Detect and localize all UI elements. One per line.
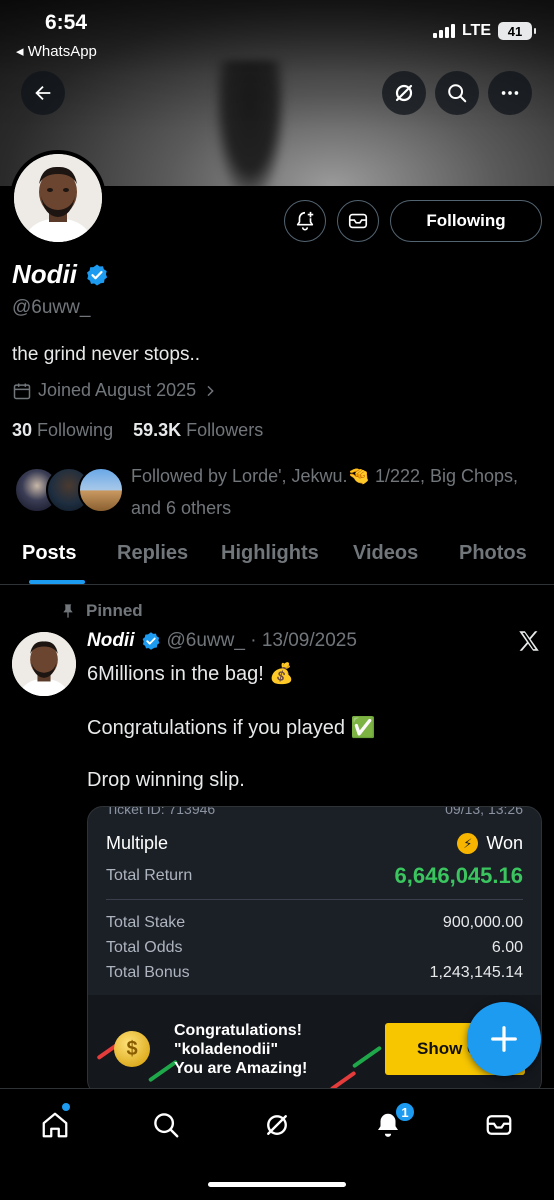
grok-icon <box>267 1115 287 1135</box>
chevron-right-icon <box>207 385 214 396</box>
congrats-message: Congratulations! "koladenodii" You are A… <box>174 1021 307 1078</box>
tab-photos[interactable]: Photos <box>459 542 527 565</box>
lightning-icon: ⚡ <box>457 833 479 854</box>
battery-level: 41 <box>507 23 523 39</box>
post-text-line: 6Millions in the bag! 💰 <box>87 663 295 685</box>
profile-bio: the grind never stops.. <box>12 344 200 365</box>
following-button[interactable]: Following <box>390 200 542 242</box>
following-count: 30 <box>12 420 33 440</box>
verified-badge-icon <box>142 632 159 650</box>
profile-name: Nodii <box>12 259 109 290</box>
follow-stats: 30 Following 59.3K Followers <box>12 420 263 441</box>
total-odds-value: 6.00 <box>491 939 523 956</box>
profile-name-text: Nodii <box>12 259 77 289</box>
back-to-app-link[interactable]: ◂ WhatsApp <box>16 42 97 60</box>
profile-tabs: Posts Replies Highlights Videos Photos <box>0 530 554 585</box>
bet-status: ⚡ Won <box>457 833 523 854</box>
followed-by-text[interactable]: Followed by Lorde', Jekwu.🤏 1/222, Big C… <box>131 460 541 524</box>
pinned-text: Pinned <box>86 601 143 620</box>
followers-label: Followers <box>186 420 264 440</box>
nav-messages[interactable] <box>481 1107 517 1143</box>
tab-replies[interactable]: Replies <box>117 542 188 565</box>
slip-divider <box>106 899 523 900</box>
home-new-indicator <box>62 1103 70 1111</box>
post-author-avatar[interactable] <box>12 632 76 696</box>
search-button[interactable] <box>435 71 479 115</box>
grok-icon <box>395 84 413 102</box>
nav-home[interactable] <box>37 1107 73 1143</box>
total-return-value: 6,646,045.16 <box>394 863 523 888</box>
following-label: Following <box>37 420 114 440</box>
nav-grok[interactable] <box>259 1107 295 1143</box>
avatar-portrait <box>14 154 102 242</box>
search-icon <box>154 1113 179 1138</box>
total-bonus-label: Total Bonus <box>106 964 190 981</box>
coin-icon: $ <box>114 1031 150 1067</box>
pin-icon <box>63 604 73 618</box>
status-time: 6:54 <box>45 11 88 34</box>
joined-text: Joined August 2025 <box>38 380 197 400</box>
grok-button[interactable] <box>382 71 426 115</box>
profile-avatar[interactable] <box>10 150 106 246</box>
x-logo-icon <box>519 631 539 651</box>
total-bonus-value: 1,243,145.14 <box>429 964 523 981</box>
envelope-icon <box>486 1115 512 1135</box>
total-stake-label: Total Stake <box>106 914 186 931</box>
home-indicator <box>208 1182 346 1187</box>
plus-icon <box>491 1026 517 1052</box>
bet-status-text: Won <box>486 833 523 853</box>
total-stake-value: 900,000.00 <box>442 914 523 931</box>
calendar-icon <box>13 383 31 399</box>
network-label: LTE <box>461 22 491 39</box>
notification-badge: 1 <box>394 1101 416 1123</box>
bet-type: Multiple <box>106 833 169 853</box>
more-options-button[interactable] <box>488 71 532 115</box>
nav-search[interactable] <box>148 1107 184 1143</box>
x-logo-button[interactable] <box>516 628 542 659</box>
follower-avatar <box>78 467 124 513</box>
notify-bell-button[interactable] <box>284 200 326 242</box>
bell-plus-icon <box>296 211 314 231</box>
post-header: Nodii @6uww_ · 13/09/2025 <box>87 630 357 652</box>
back-button[interactable] <box>21 71 65 115</box>
tab-videos[interactable]: Videos <box>353 542 418 565</box>
tab-highlights[interactable]: Highlights <box>221 542 319 565</box>
ticket-id: Ticket ID: 713946 <box>106 806 216 817</box>
followers-link[interactable]: 59.3K Followers <box>133 420 263 440</box>
home-icon <box>42 1112 68 1138</box>
followed-by-avatars[interactable] <box>14 467 124 513</box>
status-indicators: LTE 41 <box>432 22 536 40</box>
ticket-date: 09/13, 13:26 <box>445 806 523 817</box>
total-odds-label: Total Odds <box>106 939 183 956</box>
more-icon <box>501 91 519 95</box>
battery-icon: 41 <box>498 22 536 40</box>
avatar-portrait <box>12 632 76 696</box>
envelope-icon <box>348 213 368 229</box>
profile-handle: @6uww_ <box>12 297 91 318</box>
congrats-line: "koladenodii" <box>174 1041 279 1058</box>
post-handle-date: @6uww_ · 13/09/2025 <box>166 630 357 651</box>
post-text-line: Drop winning slip. <box>87 769 245 791</box>
arrow-left-icon <box>35 85 51 101</box>
message-button[interactable] <box>337 200 379 242</box>
tab-posts[interactable]: Posts <box>22 542 76 565</box>
post-text-line: Congratulations if you played ✅ <box>87 717 376 739</box>
total-return-label: Total Return <box>106 867 193 884</box>
following-link[interactable]: 30 Following <box>12 420 113 440</box>
congrats-line: You are Amazing! <box>174 1060 308 1077</box>
search-icon <box>448 84 467 103</box>
congrats-line: Congratulations! <box>174 1022 302 1039</box>
signal-icon <box>432 24 455 38</box>
active-tab-indicator <box>29 580 85 584</box>
followers-count: 59.3K <box>133 420 182 440</box>
compose-post-button[interactable] <box>467 1002 541 1076</box>
pinned-label: Pinned <box>60 601 143 621</box>
post-author-name[interactable]: Nodii <box>87 630 135 652</box>
verified-badge-icon <box>87 264 108 285</box>
joined-date[interactable]: Joined August 2025 <box>12 380 218 401</box>
